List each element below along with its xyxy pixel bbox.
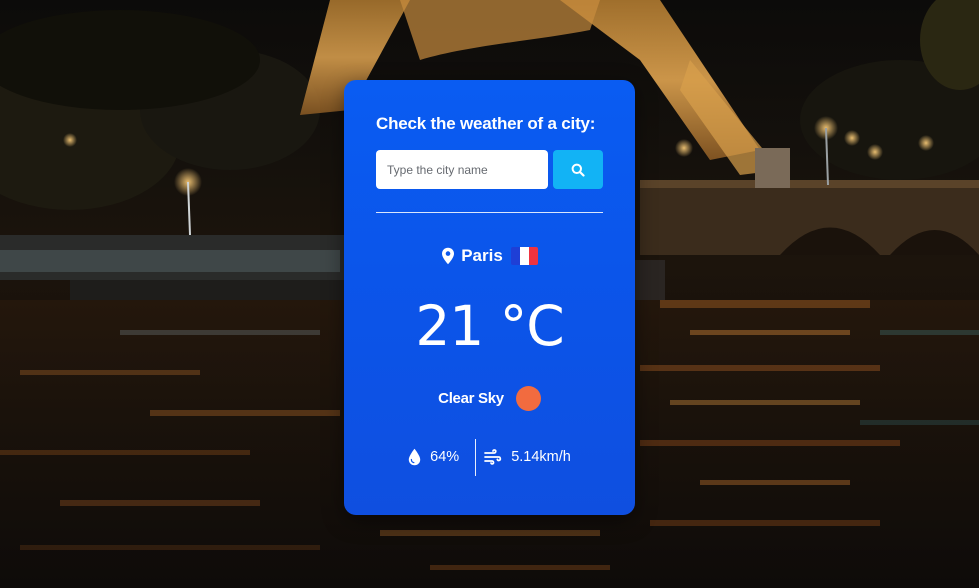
weather-condition: Clear Sky xyxy=(344,386,635,411)
sun-icon xyxy=(515,386,541,411)
humidity-value: 64% xyxy=(430,449,460,465)
search-button[interactable] xyxy=(553,150,603,189)
details-divider xyxy=(475,438,477,476)
weather-details: 64% 5.14km/h xyxy=(344,438,635,476)
water-drop-icon xyxy=(408,448,421,466)
city-name: Paris xyxy=(461,246,503,265)
humidity: 64% xyxy=(408,448,459,466)
card-title: Check the weather of a city: xyxy=(376,114,596,133)
wind-icon xyxy=(484,449,502,465)
temperature-value: 21 °C xyxy=(415,294,564,358)
fr-flag-icon xyxy=(510,247,538,265)
wind-value: 5.14km/h xyxy=(511,449,571,465)
location-row: Paris xyxy=(344,246,635,266)
weather-card: Check the weather of a city: Paris 21 °C… xyxy=(344,80,635,515)
wind: 5.14km/h xyxy=(484,449,571,465)
search-icon xyxy=(571,163,585,177)
divider xyxy=(376,212,603,213)
search-bar xyxy=(376,150,603,189)
city-search-input[interactable] xyxy=(376,150,548,189)
map-pin-icon xyxy=(442,247,455,265)
condition-label: Clear Sky xyxy=(438,390,504,407)
